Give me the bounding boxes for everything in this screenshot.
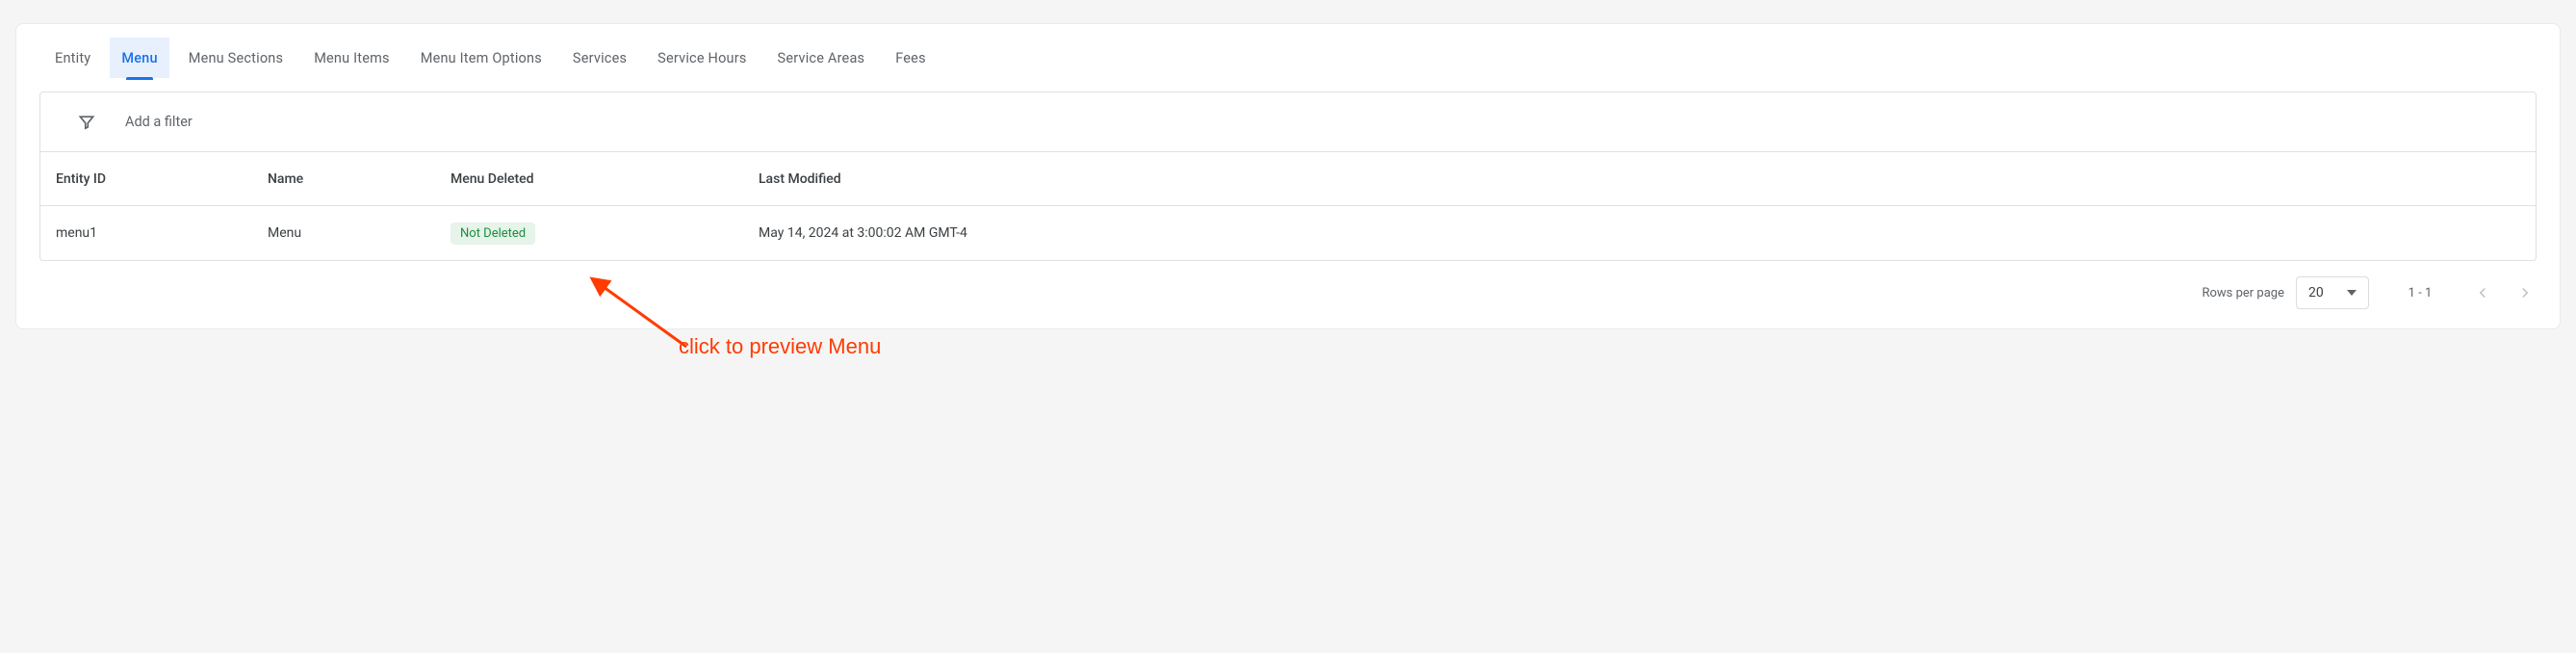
table-header-row: Entity ID Name Menu Deleted Last Modifie…: [40, 152, 2536, 206]
tab-service-hours[interactable]: Service Hours: [642, 24, 761, 91]
content-card: Entity Menu Menu Sections Menu Items Men…: [15, 23, 2561, 329]
chevron-right-icon: [2516, 284, 2534, 301]
data-table: Entity ID Name Menu Deleted Last Modifie…: [39, 151, 2537, 261]
next-page-button[interactable]: [2513, 281, 2537, 304]
cell-name: Menu: [268, 225, 451, 241]
tab-fees[interactable]: Fees: [880, 24, 941, 91]
chevron-left-icon: [2474, 284, 2491, 301]
col-last-modified[interactable]: Last Modified: [759, 171, 2520, 187]
cell-last-modified: May 14, 2024 at 3:00:02 AM GMT-4: [759, 225, 2520, 241]
filter-bar[interactable]: Add a filter: [39, 91, 2537, 151]
rows-per-page-select[interactable]: 20: [2296, 276, 2369, 309]
tab-services[interactable]: Services: [557, 24, 642, 91]
rows-per-page-label: Rows per page: [2202, 286, 2284, 300]
prev-page-button[interactable]: [2471, 281, 2494, 304]
tab-label: Menu Item Options: [421, 50, 542, 66]
tab-entity[interactable]: Entity: [39, 24, 106, 91]
annotation-text: click to preview Menu: [679, 334, 881, 359]
col-menu-deleted[interactable]: Menu Deleted: [451, 171, 759, 187]
tab-label: Menu Sections: [189, 50, 283, 66]
filter-icon: [77, 113, 96, 132]
tab-label: Service Hours: [657, 50, 746, 66]
pagination-bar: Rows per page 20 1 - 1: [39, 276, 2537, 309]
tab-label: Entity: [55, 50, 90, 66]
tab-menu-item-options[interactable]: Menu Item Options: [405, 24, 557, 91]
rows-per-page-value: 20: [2308, 285, 2324, 300]
pagination-nav: [2471, 281, 2537, 304]
cell-entity-id: menu1: [56, 225, 268, 241]
tab-menu-sections[interactable]: Menu Sections: [173, 24, 298, 91]
tab-menu-items[interactable]: Menu Items: [298, 24, 405, 91]
rows-per-page: Rows per page 20: [2202, 276, 2369, 309]
tab-label: Services: [573, 50, 627, 66]
tab-label: Menu: [121, 50, 157, 66]
tab-label: Fees: [895, 50, 926, 66]
tab-label: Service Areas: [778, 50, 865, 66]
status-badge: Not Deleted: [451, 222, 535, 245]
col-entity-id[interactable]: Entity ID: [56, 171, 268, 187]
page-range: 1 - 1: [2396, 286, 2444, 300]
tabs-bar: Entity Menu Menu Sections Menu Items Men…: [16, 24, 2560, 91]
filter-placeholder: Add a filter: [125, 114, 193, 130]
cell-menu-deleted: Not Deleted: [451, 222, 759, 245]
tab-label: Menu Items: [314, 50, 390, 66]
tab-service-areas[interactable]: Service Areas: [762, 24, 881, 91]
tab-menu[interactable]: Menu: [106, 24, 172, 91]
table-row[interactable]: menu1 Menu Not Deleted May 14, 2024 at 3…: [40, 206, 2536, 260]
chevron-down-icon: [2347, 290, 2357, 296]
col-name[interactable]: Name: [268, 171, 451, 187]
